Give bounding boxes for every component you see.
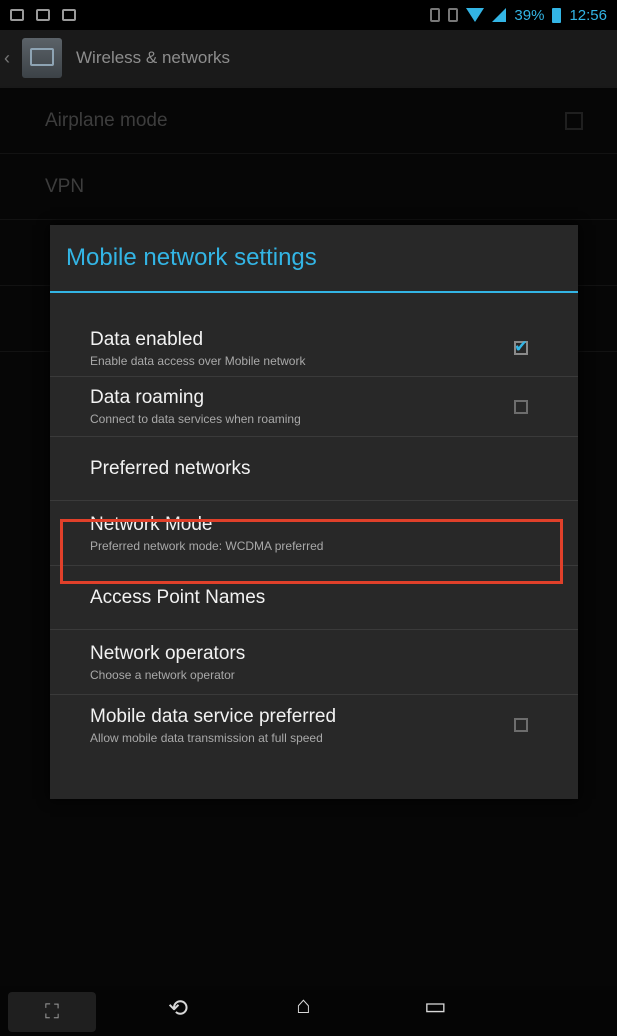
clock: 12:56 xyxy=(569,6,607,24)
network-mode-title: Network Mode xyxy=(90,513,213,535)
vibrate-icon xyxy=(430,8,441,22)
access-point-names-item[interactable]: Access Point Names xyxy=(50,566,578,630)
mobile-data-service-preferred-title: Mobile data service preferred xyxy=(90,705,337,727)
access-point-names-title: Access Point Names xyxy=(90,586,266,608)
home-icon[interactable]: ⌂ xyxy=(296,992,311,1020)
mobile-network-settings-dialog: Mobile network settings Data enabled Ena… xyxy=(50,225,578,799)
data-enabled-summary: Enable data access over Mobile network xyxy=(90,353,306,368)
network-mode-summary: Preferred network mode: WCDMA preferred xyxy=(90,538,324,553)
signal-icon xyxy=(492,8,507,22)
network-operators-title: Network operators xyxy=(90,642,246,664)
preferred-networks-title: Preferred networks xyxy=(90,457,251,479)
screenshot-capture-icon[interactable]: ⛶ xyxy=(8,992,96,1032)
back-icon[interactable]: ⟲ xyxy=(168,994,188,1023)
up-caret-icon[interactable]: ‹ xyxy=(0,48,18,69)
mobile-data-service-preferred-checkbox[interactable] xyxy=(514,718,528,732)
network-mode-item[interactable]: Network Mode Preferred network mode: WCD… xyxy=(50,501,578,566)
battery-percent: 39% xyxy=(514,6,545,24)
message-icon xyxy=(36,9,50,21)
status-bar: 39% 12:56 xyxy=(0,0,617,30)
wifi-icon xyxy=(466,8,485,22)
dialog-title: Mobile network settings xyxy=(50,225,578,293)
mobile-data-service-preferred-item[interactable]: Mobile data service preferred Allow mobi… xyxy=(50,695,578,755)
screenshot-icon xyxy=(10,9,24,21)
data-enabled-item[interactable]: Data enabled Enable data access over Mob… xyxy=(50,320,578,377)
network-operators-summary: Choose a network operator xyxy=(90,667,235,682)
page-title: Wireless & networks xyxy=(76,48,230,67)
data-enabled-checkbox[interactable] xyxy=(514,337,528,357)
data-enabled-title: Data enabled xyxy=(90,328,204,350)
preferred-networks-item[interactable]: Preferred networks xyxy=(50,437,578,501)
screen: 39% 12:56 ‹ Wireless & networks Airplane… xyxy=(0,0,617,1036)
settings-app-icon[interactable] xyxy=(22,38,62,78)
mobile-data-service-preferred-summary: Allow mobile data transmission at full s… xyxy=(90,730,323,745)
network-operators-item[interactable]: Network operators Choose a network opera… xyxy=(50,630,578,695)
data-roaming-checkbox[interactable] xyxy=(514,399,528,414)
data-roaming-item[interactable]: Data roaming Connect to data services wh… xyxy=(50,377,578,437)
battery-icon xyxy=(552,7,562,23)
sync-icon xyxy=(448,8,459,22)
photo-icon xyxy=(62,9,76,21)
action-bar[interactable]: ‹ Wireless & networks xyxy=(0,30,617,88)
dialog-list: Data enabled Enable data access over Mob… xyxy=(50,320,578,755)
data-roaming-summary: Connect to data services when roaming xyxy=(90,412,301,426)
recent-apps-icon[interactable]: ▭ xyxy=(424,992,447,1021)
data-roaming-title: Data roaming xyxy=(90,387,205,408)
